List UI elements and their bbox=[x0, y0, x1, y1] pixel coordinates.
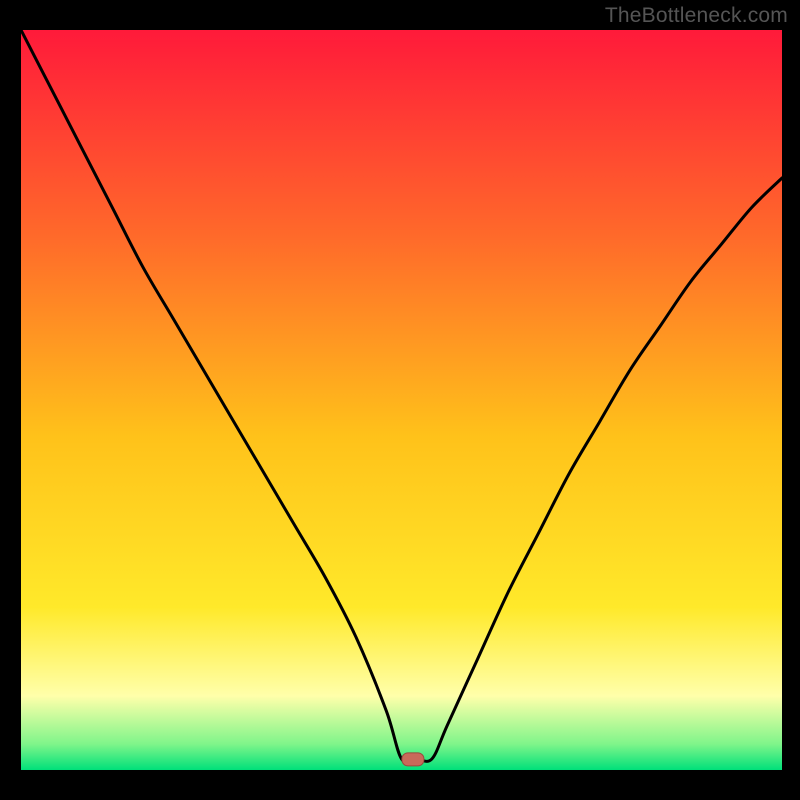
chart-frame: TheBottleneck.com bbox=[0, 0, 800, 800]
optimal-marker bbox=[402, 753, 424, 766]
chart-svg bbox=[21, 30, 782, 770]
plot-area bbox=[21, 30, 782, 770]
watermark-text: TheBottleneck.com bbox=[605, 4, 788, 28]
gradient-background bbox=[21, 30, 782, 770]
